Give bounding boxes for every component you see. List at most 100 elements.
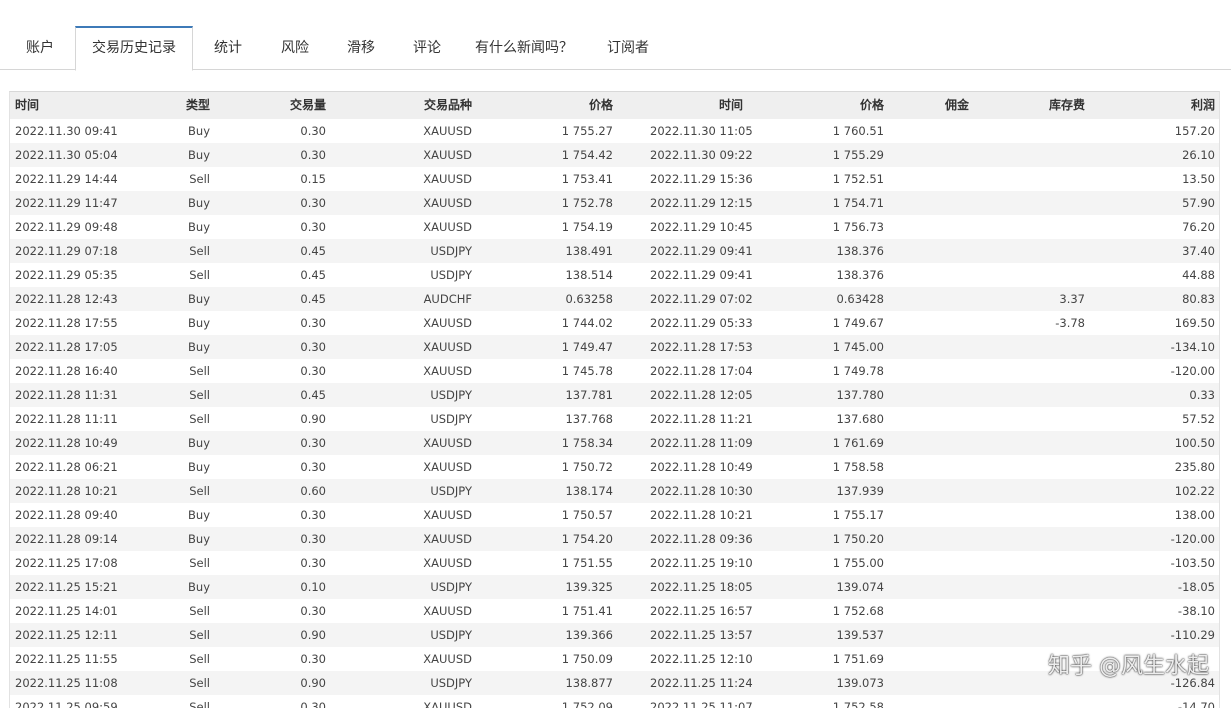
symbol-cell: XAUUSD (423, 604, 472, 618)
profit-cell: 76.20 (1182, 220, 1215, 234)
table-row: 2022.11.30 09:41 Buy 0.30 XAUUSD 1 755.27 202… (10, 119, 1219, 143)
open-price-cell: 138.174 (565, 484, 613, 498)
volume-cell: 0.30 (300, 604, 326, 618)
header-volume[interactable]: 交易量 (250, 92, 326, 119)
tab-risk[interactable]: 风险 (271, 26, 319, 70)
volume-cell: 0.15 (300, 172, 326, 186)
close-price-cell: 1 755.17 (832, 508, 884, 522)
tab-statistics[interactable]: 统计 (204, 26, 252, 70)
close-price-cell: 1 752.68 (832, 604, 884, 618)
table-row: 2022.11.25 09:59 Sell 0.30 XAUUSD 1 752.09 20… (10, 695, 1219, 708)
header-open-price[interactable]: 价格 (530, 92, 613, 119)
profit-cell: 26.10 (1182, 148, 1215, 162)
open-time-cell: 2022.11.28 12:43 (15, 292, 118, 306)
type-cell: Sell (189, 604, 210, 618)
header-symbol[interactable]: 交易品种 (370, 92, 472, 119)
header-open-time[interactable]: 时间 (15, 92, 155, 119)
volume-cell: 0.30 (300, 364, 326, 378)
table-row: 2022.11.25 11:08 Sell 0.90 USDJPY 138.877 202… (10, 671, 1219, 695)
open-price-cell: 1 753.41 (561, 172, 613, 186)
tab-bar: 账户 交易历史记录 统计 风险 滑移 评论 有什么新闻吗？ 订阅者 (0, 0, 1231, 71)
open-price-cell: 1 745.78 (561, 364, 613, 378)
type-cell: Buy (188, 436, 210, 450)
type-cell: Sell (189, 172, 210, 186)
open-price-cell: 1 752.09 (561, 700, 613, 708)
profit-cell: 57.90 (1182, 196, 1215, 210)
symbol-cell: XAUUSD (423, 532, 472, 546)
open-price-cell: 1 750.72 (561, 460, 613, 474)
type-cell: Sell (189, 244, 210, 258)
open-price-cell: 0.63258 (565, 292, 613, 306)
profit-cell: 235.80 (1174, 460, 1215, 474)
open-time-cell: 2022.11.28 17:55 (15, 316, 118, 330)
symbol-cell: USDJPY (430, 484, 472, 498)
close-time-cell: 2022.11.30 11:05 (650, 124, 753, 138)
close-time-cell: 2022.11.29 05:33 (650, 316, 753, 330)
tab-news[interactable]: 有什么新闻吗？ (468, 26, 580, 70)
table-row: 2022.11.25 12:11 Sell 0.90 USDJPY 139.366 202… (10, 623, 1219, 647)
symbol-cell: XAUUSD (423, 124, 472, 138)
open-time-cell: 2022.11.28 10:21 (15, 484, 118, 498)
profit-cell: 100.50 (1174, 436, 1215, 450)
profit-cell: -120.00 (1170, 364, 1215, 378)
type-cell: Buy (188, 316, 210, 330)
type-cell: Sell (189, 388, 210, 402)
header-swap[interactable]: 库存费 (1010, 92, 1085, 119)
close-time-cell: 2022.11.30 09:22 (650, 148, 753, 162)
open-time-cell: 2022.11.25 09:59 (15, 700, 118, 708)
symbol-cell: XAUUSD (423, 364, 472, 378)
type-cell: Sell (189, 652, 210, 666)
table-body: 2022.11.30 09:41 Buy 0.30 XAUUSD 1 755.27 202… (10, 119, 1219, 708)
close-price-cell: 137.939 (836, 484, 884, 498)
volume-cell: 0.30 (300, 460, 326, 474)
open-time-cell: 2022.11.29 09:48 (15, 220, 118, 234)
close-price-cell: 1 750.20 (832, 532, 884, 546)
volume-cell: 0.30 (300, 508, 326, 522)
volume-cell: 0.45 (300, 244, 326, 258)
open-time-cell: 2022.11.28 10:49 (15, 436, 118, 450)
close-price-cell: 1 755.29 (832, 148, 884, 162)
open-time-cell: 2022.11.28 17:05 (15, 340, 118, 354)
symbol-cell: AUDCHF (423, 292, 472, 306)
symbol-cell: USDJPY (430, 244, 472, 258)
header-close-time[interactable]: 时间 (650, 92, 743, 119)
symbol-cell: XAUUSD (423, 436, 472, 450)
profit-cell: 169.50 (1174, 316, 1215, 330)
close-time-cell: 2022.11.29 15:36 (650, 172, 753, 186)
close-price-cell: 1 749.78 (832, 364, 884, 378)
open-time-cell: 2022.11.25 17:08 (15, 556, 118, 570)
close-price-cell: 1 745.00 (832, 340, 884, 354)
header-commission[interactable]: 佣金 (910, 92, 969, 119)
header-type[interactable]: 类型 (150, 92, 210, 119)
tab-reviews[interactable]: 评论 (403, 26, 451, 70)
symbol-cell: XAUUSD (423, 460, 472, 474)
open-price-cell: 1 750.09 (561, 652, 613, 666)
close-price-cell: 1 751.69 (832, 652, 884, 666)
trade-history-table: 时间 类型 交易量 交易品种 价格 时间 价格 佣金 库存费 利润 2022.1… (9, 91, 1220, 708)
open-time-cell: 2022.11.30 09:41 (15, 124, 118, 138)
close-time-cell: 2022.11.28 10:49 (650, 460, 753, 474)
volume-cell: 0.30 (300, 436, 326, 450)
open-price-cell: 138.877 (565, 676, 613, 690)
tab-trade-history[interactable]: 交易历史记录 (75, 26, 193, 71)
open-price-cell: 1 754.20 (561, 532, 613, 546)
profit-cell: -103.50 (1170, 556, 1215, 570)
open-time-cell: 2022.11.29 07:18 (15, 244, 118, 258)
profit-cell: 138.00 (1174, 508, 1215, 522)
header-close-price[interactable]: 价格 (790, 92, 884, 119)
close-time-cell: 2022.11.28 17:04 (650, 364, 753, 378)
header-profit[interactable]: 利润 (1110, 92, 1215, 119)
table-row: 2022.11.28 12:43 Buy 0.45 AUDCHF 0.63258 2022… (10, 287, 1219, 311)
volume-cell: 0.90 (300, 628, 326, 642)
type-cell: Buy (188, 580, 210, 594)
tab-subscribers[interactable]: 订阅者 (597, 26, 659, 70)
tab-account[interactable]: 账户 (14, 26, 66, 70)
type-cell: Buy (188, 124, 210, 138)
close-time-cell: 2022.11.28 17:53 (650, 340, 753, 354)
swap-cell: 3.37 (1059, 292, 1085, 306)
table-row: 2022.11.28 16:40 Sell 0.30 XAUUSD 1 745.78 20… (10, 359, 1219, 383)
open-price-cell: 1 749.47 (561, 340, 613, 354)
profit-cell: -134.10 (1170, 340, 1215, 354)
tab-slippage[interactable]: 滑移 (337, 26, 385, 70)
symbol-cell: XAUUSD (423, 508, 472, 522)
